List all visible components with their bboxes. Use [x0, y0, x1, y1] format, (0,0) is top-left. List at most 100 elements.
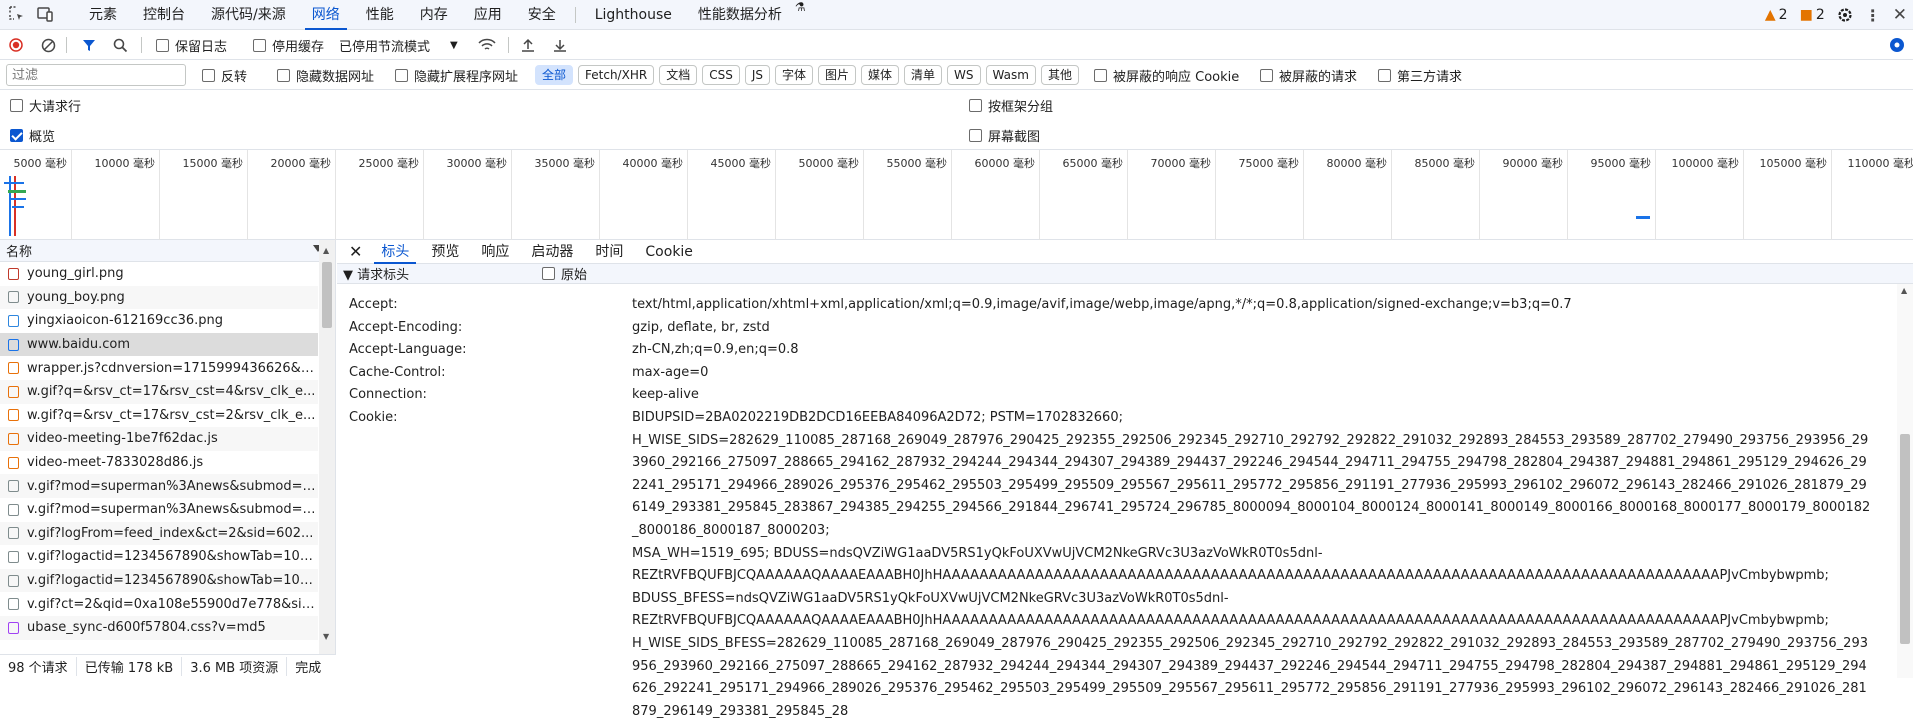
clear-icon[interactable] — [41, 30, 56, 60]
request-row[interactable]: w.gif?q=&rsv_ct=17&rsv_cst=4&rsv_clk_e..… — [0, 380, 318, 404]
tab-8[interactable]: Lighthouse — [582, 0, 685, 30]
type-filter-chip[interactable]: 图片 — [818, 65, 856, 85]
type-filter-chip[interactable]: 全部 — [535, 65, 573, 85]
name-column-header[interactable]: 名称 — [0, 240, 335, 262]
tab-6[interactable]: 应用 — [461, 0, 515, 30]
type-filter-chip[interactable]: 其他 — [1041, 65, 1079, 85]
type-filter-chip[interactable]: WS — [947, 65, 980, 85]
request-row[interactable]: v.gif?ct=2&qid=0xa108e55900d7e778&sid... — [0, 592, 318, 616]
request-row[interactable]: www.baidu.com — [0, 333, 318, 357]
tab-0[interactable]: 元素 — [76, 0, 130, 30]
tab-9[interactable]: 性能数据分析 — [685, 0, 795, 30]
disable-cache-checkbox[interactable]: 停用缓存 — [253, 30, 324, 60]
request-list-scrollbar[interactable]: ▲ ▼ — [319, 240, 335, 654]
inspect-element-icon[interactable] — [8, 5, 26, 23]
request-row[interactable]: v.gif?logFrom=feed_index&ct=2&sid=602... — [0, 522, 318, 546]
raw-checkbox[interactable]: 原始 — [542, 264, 587, 283]
export-har-icon[interactable] — [553, 30, 567, 60]
gear-icon[interactable] — [1837, 7, 1853, 23]
issues-badge[interactable]: ■2 — [1800, 7, 1825, 23]
scroll-up-icon[interactable]: ▲ — [1901, 286, 1907, 295]
tab-7[interactable]: 安全 — [515, 0, 569, 30]
request-row[interactable]: young_boy.png — [0, 286, 318, 310]
record-icon[interactable] — [9, 30, 23, 60]
invert-label: 反转 — [221, 66, 247, 85]
close-detail-icon[interactable]: ✕ — [337, 242, 370, 261]
request-row[interactable]: w.gif?q=&rsv_ct=17&rsv_cst=2&rsv_clk_e..… — [0, 404, 318, 428]
invert-checkbox[interactable]: 反转 — [202, 60, 247, 90]
network-toolbar: 保留日志 停用缓存 已停用节流模式▼ — [0, 30, 1913, 60]
timeline-bar — [10, 198, 26, 200]
detail-tab-2[interactable]: 响应 — [470, 240, 520, 264]
type-filter-chip[interactable]: 字体 — [775, 65, 813, 85]
detail-tab-3[interactable]: 启动器 — [520, 240, 584, 264]
request-row[interactable]: v.gif?mod=superman%3Anews&submod=i... — [0, 498, 318, 522]
tab-2[interactable]: 源代码/来源 — [198, 0, 299, 30]
scrollbar-thumb[interactable] — [1900, 434, 1910, 644]
blocked-requests-label: 被屏蔽的请求 — [1279, 66, 1357, 85]
search-icon[interactable] — [113, 30, 128, 60]
request-headers-section[interactable]: ▼ 请求标头 原始 — [337, 264, 1913, 284]
hide-ext-urls-checkbox[interactable]: 隐藏扩展程序网址 — [395, 60, 518, 90]
blocked-cookies-checkbox[interactable]: 被屏蔽的响应 Cookie — [1094, 60, 1239, 90]
file-type-icon — [8, 409, 19, 421]
scroll-down-icon[interactable]: ▼ — [323, 632, 329, 641]
request-row[interactable]: yingxiaoicon-612169cc36.png — [0, 309, 318, 333]
file-type-icon — [8, 457, 19, 469]
detail-tab-1[interactable]: 预览 — [420, 240, 470, 264]
request-row[interactable]: v.gif?logactid=1234567890&showTab=100... — [0, 569, 318, 593]
request-name: v.gif?logactid=1234567890&showTab=100... — [27, 573, 317, 588]
warnings-badge[interactable]: ▲2 — [1765, 7, 1788, 23]
timeline-tick: 60000 毫秒 — [952, 150, 1040, 240]
type-filter-chip[interactable]: JS — [745, 65, 770, 85]
filter-input[interactable] — [6, 64, 186, 86]
preserve-log-checkbox[interactable]: 保留日志 — [156, 30, 227, 60]
request-row[interactable]: video-meet-7833028d86.js — [0, 451, 318, 475]
type-filter-chip[interactable]: CSS — [702, 65, 740, 85]
detail-scrollbar[interactable]: ▲ — [1897, 284, 1913, 678]
scrollbar-thumb[interactable] — [322, 262, 332, 328]
request-row[interactable]: v.gif?logactid=1234567890&showTab=100... — [0, 545, 318, 569]
import-har-icon[interactable] — [521, 30, 535, 60]
network-settings-gear-icon[interactable] — [1889, 30, 1905, 60]
type-filter-chip[interactable]: 文档 — [659, 65, 697, 85]
timeline-overview[interactable]: 5000 毫秒10000 毫秒15000 毫秒20000 毫秒25000 毫秒3… — [0, 150, 1913, 240]
device-toolbar-icon[interactable] — [36, 5, 54, 23]
timeline-tick-label: 20000 毫秒 — [271, 155, 332, 171]
raw-label: 原始 — [561, 264, 587, 283]
scroll-up-icon[interactable]: ▲ — [323, 246, 329, 255]
disable-cache-label: 停用缓存 — [272, 36, 324, 55]
type-filter-chip[interactable]: 媒体 — [861, 65, 899, 85]
tab-3[interactable]: 网络 — [299, 0, 353, 30]
timeline-tick-label: 100000 毫秒 — [1672, 155, 1740, 171]
tab-1[interactable]: 控制台 — [130, 0, 198, 30]
filter-icon[interactable] — [82, 30, 96, 60]
hide-data-urls-checkbox[interactable]: 隐藏数据网址 — [277, 60, 374, 90]
close-icon[interactable]: ✕ — [1893, 5, 1907, 25]
type-filter-chip[interactable]: Fetch/XHR — [578, 65, 654, 85]
big-rows-checkbox[interactable]: 大请求行 — [10, 90, 81, 120]
detail-tab-0[interactable]: 标头 — [370, 240, 420, 264]
throttling-select[interactable]: 已停用节流模式▼ — [339, 30, 458, 60]
group-by-frame-checkbox[interactable]: 按框架分组 — [969, 90, 1053, 120]
network-conditions-icon[interactable] — [478, 30, 496, 60]
request-row[interactable]: v.gif?mod=superman%3Anews&submod=i... — [0, 474, 318, 498]
tab-5[interactable]: 内存 — [407, 0, 461, 30]
type-filter-chip[interactable]: 清单 — [904, 65, 942, 85]
overview-checkbox[interactable]: 概览 — [10, 120, 55, 150]
tab-4[interactable]: 性能 — [353, 0, 407, 30]
header-name: Connection: — [349, 384, 632, 407]
request-row[interactable]: young_girl.png — [0, 262, 318, 286]
third-party-checkbox[interactable]: 第三方请求 — [1378, 60, 1462, 90]
blocked-requests-checkbox[interactable]: 被屏蔽的请求 — [1260, 60, 1357, 90]
request-row[interactable]: video-meeting-1be7f62dac.js — [0, 427, 318, 451]
type-filter-chip[interactable]: Wasm — [986, 65, 1036, 85]
header-row: Connection:keep-alive — [349, 384, 1889, 407]
detail-tab-5[interactable]: Cookie — [634, 240, 704, 264]
detail-tab-4[interactable]: 时间 — [584, 240, 634, 264]
divider — [508, 37, 509, 53]
screenshots-checkbox[interactable]: 屏幕截图 — [969, 120, 1040, 150]
request-row[interactable]: ubase_sync-d600f57804.css?v=md5 — [0, 616, 318, 640]
request-row[interactable]: wrapper.js?cdnversion=1715999436626&_... — [0, 356, 318, 380]
more-menu-icon[interactable]: ⋮ — [1865, 6, 1881, 25]
